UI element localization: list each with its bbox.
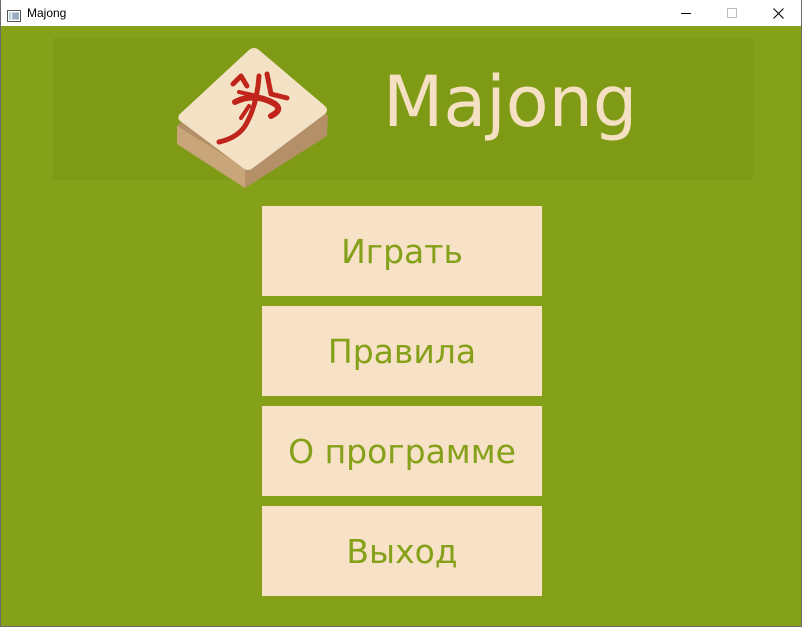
minimize-button[interactable] (663, 0, 709, 26)
title-bar[interactable]: Majong (1, 0, 801, 26)
window-controls (663, 0, 801, 26)
maximize-icon (727, 8, 737, 18)
maximize-button[interactable] (709, 0, 755, 26)
header-banner: Majong (53, 38, 753, 188)
app-window: Majong Majong Играть Правила О программе… (0, 0, 802, 627)
mahjong-tile-icon (177, 48, 328, 188)
play-button[interactable]: Играть (262, 206, 542, 296)
minimize-icon (681, 13, 691, 14)
close-button[interactable] (755, 0, 801, 26)
rules-button[interactable]: Правила (262, 306, 542, 396)
app-icon (7, 7, 21, 22)
about-button[interactable]: О программе (262, 406, 542, 496)
logo-title: Majong (383, 61, 638, 143)
main-menu-screen: Majong Играть Правила О программе Выход (1, 26, 801, 626)
window-title: Majong (27, 6, 67, 20)
exit-button[interactable]: Выход (262, 506, 542, 596)
close-icon (772, 7, 784, 19)
